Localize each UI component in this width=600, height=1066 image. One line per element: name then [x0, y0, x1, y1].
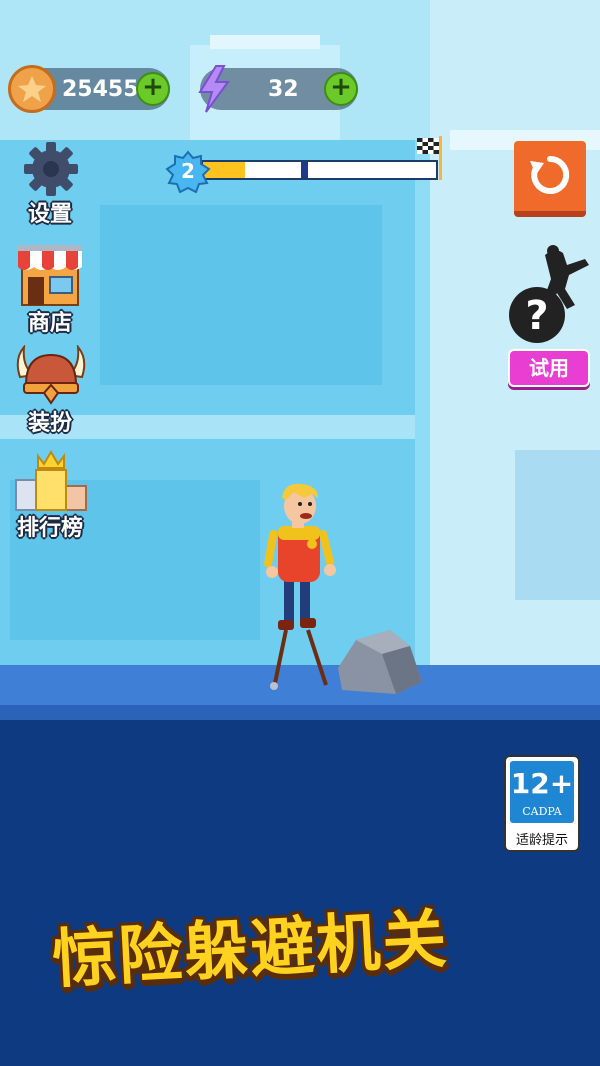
leaderboard-label: 排行榜 [16, 516, 83, 541]
age-rating-box: 12+ CADPA [510, 761, 574, 823]
shop-label: 商店 [27, 311, 72, 336]
slogan-title: 惊险躲避机关 [50, 902, 451, 998]
energy-value: 32 [268, 77, 299, 102]
level-number: 2 [181, 159, 195, 183]
trophy-podium-icon [15, 450, 87, 511]
coins-counter: 25455 + [8, 65, 170, 113]
viking-helmet-icon [16, 345, 86, 405]
age-rating-value: 12+ [510, 767, 574, 800]
restart-button[interactable] [514, 141, 586, 217]
coins-value: 25455 [62, 77, 139, 102]
add-energy-button[interactable]: + [324, 72, 358, 106]
dressup-label: 装扮 [27, 411, 72, 436]
settings-button[interactable]: 设置 [0, 140, 100, 230]
rock-obstacle [338, 630, 422, 694]
right-window [515, 450, 600, 600]
age-rating-org: CADPA [522, 805, 562, 818]
energy-counter: 32 + [198, 65, 358, 113]
age-rating-note: 适龄提示 [515, 833, 568, 848]
coin-icon [8, 65, 56, 113]
restart-icon [530, 155, 570, 194]
trial-character-button[interactable]: ? 试用 [505, 245, 595, 390]
window-grid-upper [100, 205, 382, 385]
dressup-button[interactable]: 装扮 [0, 345, 100, 440]
trial-button-label: 试用 [508, 349, 590, 387]
progress-track [201, 160, 438, 180]
player-position-marker [300, 162, 308, 178]
age-rating-badge: 12+ CADPA 适龄提示 [504, 755, 580, 852]
roof-cap [210, 35, 320, 49]
level-progress: 2 [165, 136, 445, 194]
ground-edge [0, 705, 600, 720]
mystery-character-icon: ? [509, 245, 589, 343]
gear-icon [24, 142, 78, 196]
leaderboard-button[interactable]: 排行榜 [0, 450, 100, 545]
shop-button[interactable]: 商店 [0, 243, 100, 338]
shop-icon [18, 245, 82, 306]
settings-label: 设置 [27, 202, 72, 227]
add-coins-button[interactable]: + [136, 72, 170, 106]
lightning-icon [198, 65, 230, 113]
finish-flag-icon [417, 136, 442, 180]
